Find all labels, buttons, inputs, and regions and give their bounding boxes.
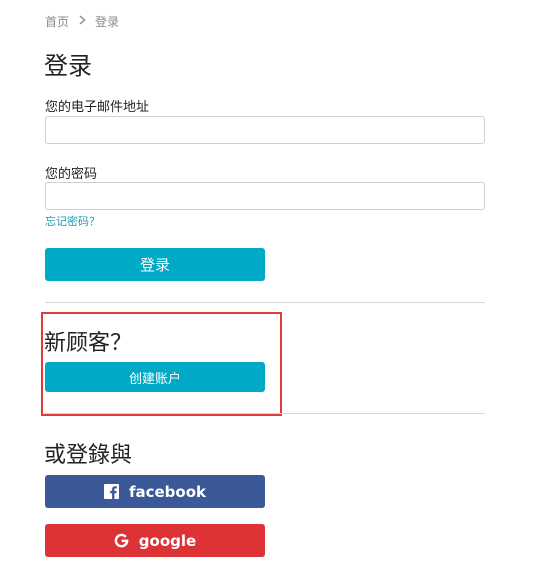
- breadcrumb: 首页 登录: [45, 13, 119, 30]
- facebook-icon: [103, 484, 119, 499]
- divider: [45, 302, 485, 303]
- divider: [45, 413, 485, 414]
- email-label: 您的电子邮件地址: [45, 100, 150, 115]
- login-button[interactable]: 登录: [45, 248, 265, 281]
- breadcrumb-current: 登录: [95, 15, 120, 29]
- email-field[interactable]: [45, 116, 485, 144]
- google-label: google: [138, 531, 197, 550]
- forgot-password-link[interactable]: 忘记密码？: [45, 213, 100, 229]
- breadcrumb-home-link[interactable]: 首页: [45, 13, 69, 30]
- google-login-button[interactable]: google: [45, 524, 265, 557]
- password-label: 您的密码: [45, 167, 98, 182]
- password-field[interactable]: [45, 182, 485, 210]
- create-account-button[interactable]: 创建账户: [45, 362, 265, 392]
- google-icon: [114, 533, 129, 548]
- chevron-right-icon: [79, 15, 86, 28]
- facebook-label: facebook: [128, 482, 207, 501]
- facebook-login-button[interactable]: facebook: [45, 475, 265, 508]
- social-login-title: 或登錄與: [44, 443, 133, 468]
- page-title: 登录: [44, 52, 92, 80]
- new-customer-title: 新顾客？: [44, 331, 133, 356]
